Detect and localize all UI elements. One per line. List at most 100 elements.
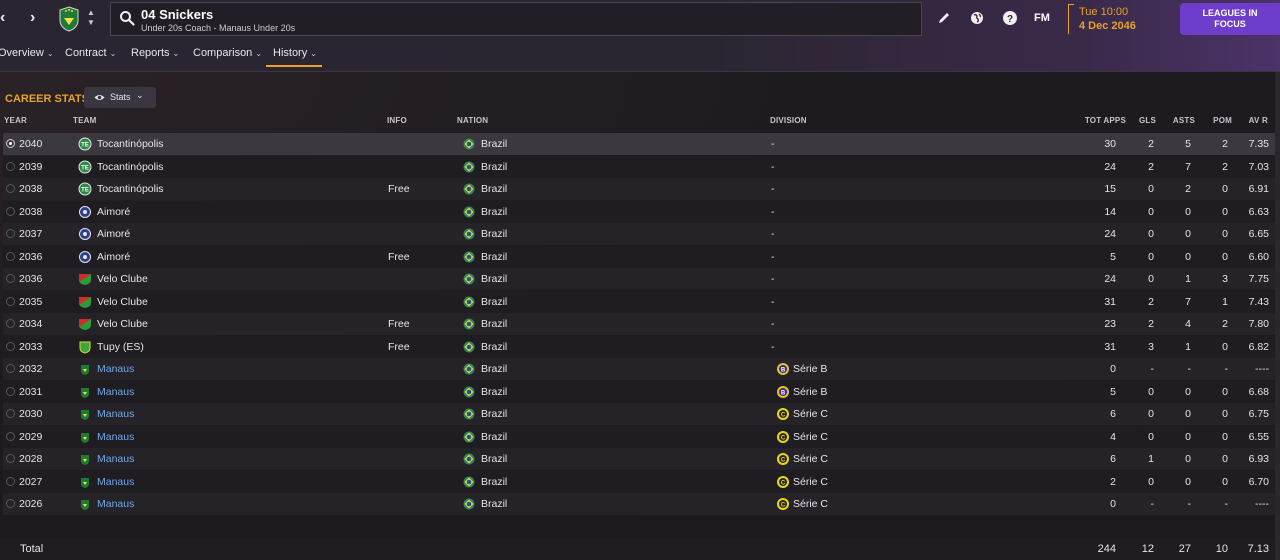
nation-link[interactable]: Brazil bbox=[481, 341, 507, 353]
division-cell[interactable]: Série C bbox=[793, 453, 828, 465]
col-year[interactable]: YEAR bbox=[4, 116, 27, 125]
back-arrow-icon[interactable]: ‹ bbox=[0, 8, 14, 28]
tab-comparison[interactable]: Comparison ⌄ bbox=[193, 47, 262, 71]
col-pom[interactable]: POM bbox=[1200, 116, 1232, 125]
team-link[interactable]: Tocantinópolis bbox=[97, 138, 164, 150]
nation-link[interactable]: Brazil bbox=[481, 228, 507, 240]
table-row[interactable]: 2031 Manaus Brazil B Série B 5 0 0 0 6.68 bbox=[3, 380, 1275, 403]
team-link[interactable]: Manaus bbox=[97, 431, 134, 443]
forward-arrow-icon[interactable]: › bbox=[30, 8, 44, 28]
team-link[interactable]: Manaus bbox=[97, 386, 134, 398]
nation-link[interactable]: Brazil bbox=[481, 363, 507, 375]
col-asts[interactable]: ASTS bbox=[1160, 116, 1195, 125]
table-row[interactable]: 2038 TE Tocantinópolis Free Brazil - 15 0 2 0 6.91 bbox=[3, 178, 1275, 200]
help-icon[interactable]: ? bbox=[1002, 10, 1018, 26]
col-av-rating[interactable]: AV R bbox=[1236, 116, 1268, 125]
table-row[interactable]: 2032 Manaus Brazil B Série B 0- - - ---- bbox=[3, 358, 1275, 380]
nation-link[interactable]: Brazil bbox=[481, 138, 507, 150]
row-select-radio[interactable] bbox=[6, 184, 15, 193]
table-row[interactable]: 2035 Velo Clube Brazil - 31 2 7 1 7.43 bbox=[3, 290, 1275, 313]
nation-link[interactable]: Brazil bbox=[481, 453, 507, 465]
nation-link[interactable]: Brazil bbox=[481, 386, 507, 398]
edit-pencil-icon[interactable] bbox=[936, 10, 952, 26]
scrollbar[interactable] bbox=[1275, 72, 1280, 560]
row-select-radio[interactable] bbox=[6, 206, 15, 216]
row-select-radio[interactable] bbox=[6, 364, 15, 373]
division-cell[interactable]: Série C bbox=[793, 431, 828, 443]
col-info[interactable]: INFO bbox=[387, 116, 407, 125]
table-row[interactable]: 2033 Tupy (ES) Free Brazil -31 3 1 0 6.82 bbox=[3, 335, 1275, 358]
team-link[interactable]: Tupy (ES) bbox=[97, 341, 144, 353]
table-row[interactable]: 2030 Manaus Brazil C Série C 6 0 0 0 6.75 bbox=[3, 403, 1275, 425]
table-row[interactable]: 2038 Aimoré Brazil - 14 0 0 0 6.63 bbox=[3, 200, 1275, 223]
tab-history[interactable]: History ⌄ bbox=[273, 47, 317, 71]
search-icon[interactable] bbox=[119, 10, 135, 26]
row-select-radio[interactable] bbox=[6, 274, 15, 283]
row-select-radio[interactable] bbox=[6, 409, 15, 418]
table-row[interactable]: 2027 Manaus Brazil C Série C 2 0 0 0 6.70 bbox=[3, 470, 1275, 493]
team-link[interactable]: Manaus bbox=[97, 453, 134, 465]
row-select-radio[interactable] bbox=[6, 499, 15, 508]
team-link[interactable]: Aimoré bbox=[97, 251, 130, 263]
team-link[interactable]: Tocantinópolis bbox=[97, 183, 164, 195]
team-link[interactable]: Velo Clube bbox=[97, 273, 148, 285]
row-select-radio[interactable] bbox=[6, 341, 15, 351]
nation-link[interactable]: Brazil bbox=[481, 408, 507, 420]
table-row[interactable]: 2026 Manaus Brazil C Série C 0- - - ---- bbox=[3, 493, 1275, 515]
table-row[interactable]: 2037 Aimoré Brazil - 24 0 0 0 6.65 bbox=[3, 223, 1275, 245]
table-row[interactable]: 2036 Velo Clube Brazil - 24 0 1 3 7.75 bbox=[3, 268, 1275, 290]
person-search-box[interactable]: 04 Snickers Under 20s Coach - Manaus Und… bbox=[110, 2, 922, 36]
nation-link[interactable]: Brazil bbox=[481, 206, 507, 218]
division-cell[interactable]: Série B bbox=[793, 363, 827, 375]
stats-view-dropdown[interactable]: Stats ⌄ bbox=[84, 87, 156, 108]
division-cell[interactable]: Série C bbox=[793, 408, 828, 420]
table-row[interactable]: 2039 TE Tocantinópolis Brazil - 24 2 7 2 7.03 bbox=[3, 155, 1275, 178]
nation-link[interactable]: Brazil bbox=[481, 296, 507, 308]
globe-icon[interactable] bbox=[969, 10, 985, 26]
team-link[interactable]: Manaus bbox=[97, 408, 134, 420]
col-nation[interactable]: NATION bbox=[457, 116, 488, 125]
nation-link[interactable]: Brazil bbox=[481, 498, 507, 510]
nation-link[interactable]: Brazil bbox=[481, 251, 507, 263]
tab-contract[interactable]: Contract ⌄ bbox=[65, 47, 116, 71]
nation-link[interactable]: Brazil bbox=[481, 183, 507, 195]
tab-overview[interactable]: Overview ⌄ bbox=[0, 47, 54, 71]
team-link[interactable]: Aimoré bbox=[97, 228, 130, 240]
up-down-arrows-icon[interactable]: ▲ ▼ bbox=[86, 8, 96, 28]
col-tot-apps[interactable]: TOT APPS bbox=[1070, 116, 1126, 125]
col-division[interactable]: DIVISION bbox=[770, 116, 807, 125]
division-cell[interactable]: Série C bbox=[793, 476, 828, 488]
table-row[interactable]: 2028 Manaus Brazil C Série C 6 1 0 0 6.93 bbox=[3, 448, 1275, 470]
nation-link[interactable]: Brazil bbox=[481, 161, 507, 173]
row-select-radio[interactable] bbox=[6, 386, 15, 396]
col-team[interactable]: TEAM bbox=[73, 116, 96, 125]
club-badge-icon[interactable] bbox=[58, 6, 80, 32]
leagues-in-focus-button[interactable]: LEAGUES IN FOCUS bbox=[1180, 3, 1280, 35]
row-select-radio[interactable] bbox=[6, 139, 15, 148]
team-link[interactable]: Manaus bbox=[97, 363, 134, 375]
row-select-radio[interactable] bbox=[6, 251, 15, 261]
row-select-radio[interactable] bbox=[6, 431, 15, 441]
team-link[interactable]: Velo Clube bbox=[97, 296, 148, 308]
division-cell[interactable]: Série B bbox=[793, 386, 827, 398]
fm-logo[interactable]: FM bbox=[1034, 12, 1050, 24]
team-link[interactable]: Aimoré bbox=[97, 206, 130, 218]
nation-link[interactable]: Brazil bbox=[481, 476, 507, 488]
row-select-radio[interactable] bbox=[6, 319, 15, 328]
nation-link[interactable]: Brazil bbox=[481, 318, 507, 330]
nation-link[interactable]: Brazil bbox=[481, 431, 507, 443]
row-select-radio[interactable] bbox=[6, 229, 15, 238]
team-link[interactable]: Manaus bbox=[97, 476, 134, 488]
table-row[interactable]: 2036 Aimoré Free Brazil - 5 0 0 0 6.60 bbox=[3, 245, 1275, 268]
team-link[interactable]: Tocantinópolis bbox=[97, 161, 164, 173]
col-gls[interactable]: GLS bbox=[1130, 116, 1156, 125]
nation-link[interactable]: Brazil bbox=[481, 273, 507, 285]
table-row[interactable]: 2034 Velo Clube Free Brazil - 23 2 4 2 7.80 bbox=[3, 313, 1275, 335]
row-select-radio[interactable] bbox=[6, 476, 15, 486]
row-select-radio[interactable] bbox=[6, 454, 15, 463]
division-cell[interactable]: Série C bbox=[793, 498, 828, 510]
table-row[interactable]: 2040 TE Tocantinópolis Brazil - 30 2 5 2 7.35 bbox=[3, 133, 1275, 155]
table-row[interactable]: 2029 Manaus Brazil C Série C 4 0 0 0 6.55 bbox=[3, 425, 1275, 448]
tab-reports[interactable]: Reports ⌄ bbox=[131, 47, 179, 71]
team-link[interactable]: Velo Clube bbox=[97, 318, 148, 330]
